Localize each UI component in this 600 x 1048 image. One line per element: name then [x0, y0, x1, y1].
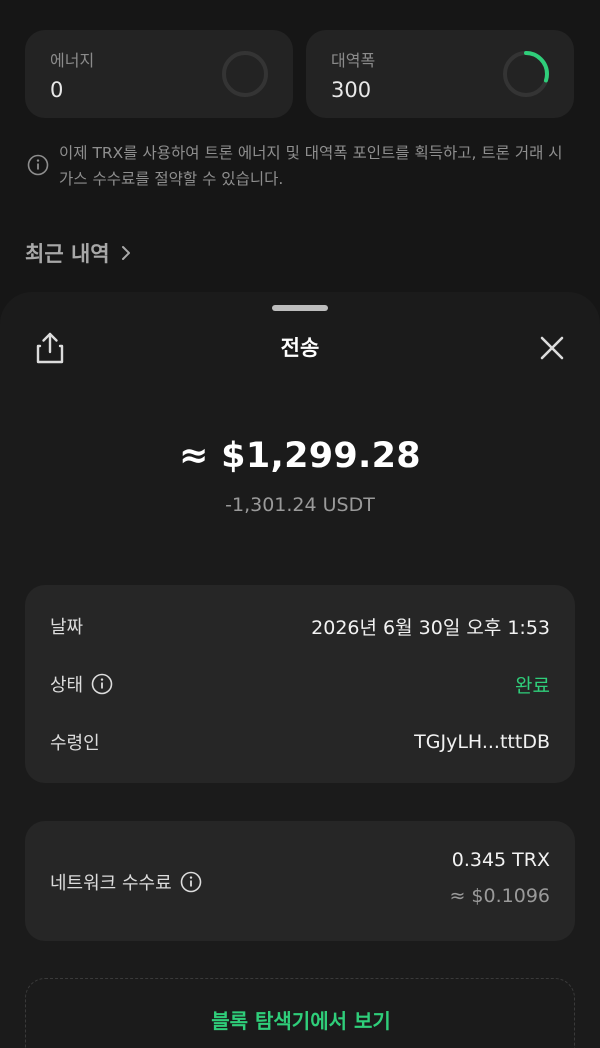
view-in-explorer-label: 블록 탐색기에서 보기 [211, 1009, 391, 1033]
network-fee-trx: 0.345 TRX [451, 849, 550, 871]
amount-usd: ≈ $1,299.28 [179, 436, 421, 476]
date-row: 날짜 2026년 6월 30일 오후 1:53 [50, 611, 550, 641]
recipient-label: 수령인 [50, 733, 100, 754]
amount-token: -1,301.24 USDT [225, 494, 375, 516]
sheet-grabber-handle[interactable] [272, 305, 328, 311]
network-fee-row: 네트워크 수수료 0.345 TRX ≈ $0.1096 [50, 845, 550, 911]
close-button[interactable] [534, 330, 570, 366]
status-label: 상태 [50, 675, 84, 696]
chevron-right-icon [121, 246, 130, 260]
bandwidth-progress-ring [503, 51, 549, 97]
sheet-title: 전송 [280, 336, 320, 360]
energy-card[interactable]: 에너지 0 [25, 30, 293, 118]
bandwidth-card[interactable]: 대역폭 300 [306, 30, 574, 118]
network-fee-card: 네트워크 수수료 0.345 TRX ≈ $0.1096 [25, 821, 575, 941]
bandwidth-value: 300 [331, 78, 372, 102]
network-fee-usd: ≈ $0.1096 [449, 885, 550, 907]
status-value: 완료 [515, 674, 550, 697]
network-fee-label: 네트워크 수수료 [50, 873, 172, 894]
recipient-row: 수령인 TGJyLH...tttDB [50, 727, 550, 757]
recent-history-title: 최근 내역 [25, 242, 110, 266]
transaction-detail-sheet: 전송 ≈ $1,299.28 -1,301.24 USDT 날짜 2026년 6… [0, 292, 600, 1048]
energy-value: 0 [50, 78, 64, 102]
bandwidth-label: 대역폭 [331, 51, 376, 70]
status-row: 상태 완료 [50, 669, 550, 699]
info-icon[interactable] [91, 673, 113, 695]
close-icon [540, 336, 564, 360]
network-fee-values: 0.345 TRX ≈ $0.1096 [449, 845, 550, 911]
info-icon [27, 154, 49, 176]
energy-progress-ring [222, 51, 268, 97]
date-value: 2026년 6월 30일 오후 1:53 [311, 616, 550, 639]
transaction-details-card: 날짜 2026년 6월 30일 오후 1:53 상태 완료 수령인 TGJyLH… [25, 585, 575, 783]
energy-label: 에너지 [50, 51, 95, 70]
resource-info-note: 이제 TRX를 사용하여 트론 에너지 및 대역폭 포인트를 획득하고, 트론 … [27, 140, 577, 192]
info-icon[interactable] [180, 871, 202, 893]
info-note-text: 이제 TRX를 사용하여 트론 에너지 및 대역폭 포인트를 획득하고, 트론 … [59, 144, 563, 188]
date-label: 날짜 [50, 617, 84, 638]
recent-history-link[interactable]: 최근 내역 [25, 238, 132, 268]
recipient-address[interactable]: TGJyLH...tttDB [414, 731, 550, 753]
view-in-explorer-button[interactable]: 블록 탐색기에서 보기 [25, 978, 575, 1048]
